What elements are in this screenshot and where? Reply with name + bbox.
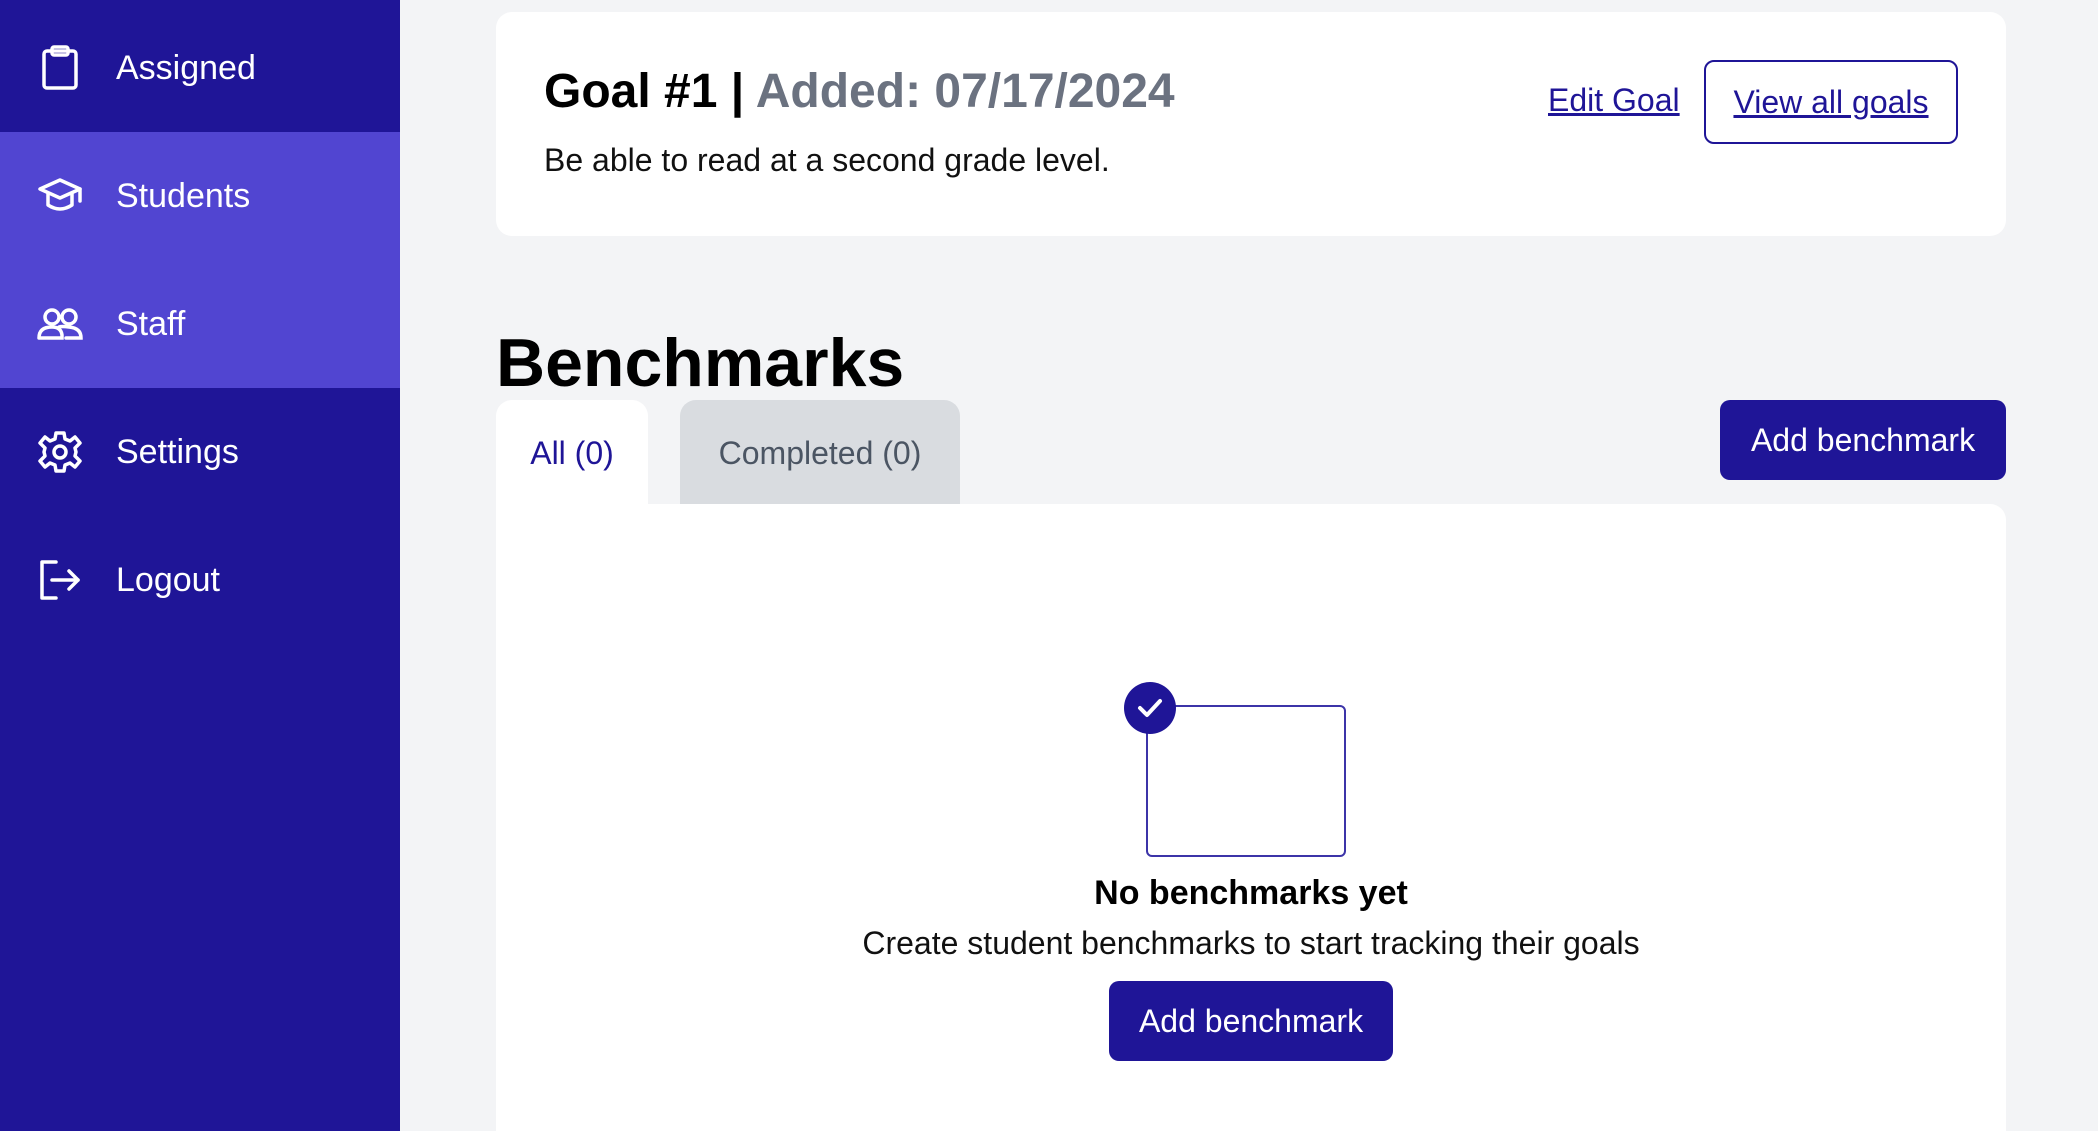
goal-title: Goal #1 | Added: 07/17/2024: [544, 64, 1175, 119]
empty-state-title: No benchmarks yet: [1094, 874, 1408, 912]
logout-icon: [36, 556, 84, 604]
empty-state-subtitle: Create student benchmarks to start track…: [862, 925, 1640, 961]
checkmark-icon: [1124, 682, 1176, 734]
sidebar-item-label: Settings: [116, 432, 239, 471]
clipboard-icon: [36, 44, 84, 92]
sidebar-item-logout[interactable]: Logout: [0, 516, 400, 644]
goal-description: Be able to read at a second grade level.: [544, 142, 1110, 178]
sidebar-item-assigned[interactable]: Assigned: [0, 4, 400, 132]
graduation-cap-icon: [36, 172, 84, 220]
users-icon: [36, 300, 84, 348]
tab-all[interactable]: All (0): [496, 400, 648, 506]
edit-goal-link[interactable]: Edit Goal: [1548, 82, 1680, 119]
sidebar-item-label: Students: [116, 176, 251, 215]
goal-number: Goal #1 |: [544, 65, 745, 118]
sidebar: Assigned Students Staff Settings Logout: [0, 0, 400, 1131]
sidebar-item-label: Logout: [116, 560, 220, 599]
empty-state-illustration: [1146, 705, 1346, 857]
gear-icon: [36, 428, 84, 476]
benchmarks-heading: Benchmarks: [496, 324, 905, 401]
empty-state-add-benchmark-button[interactable]: Add benchmark: [1109, 981, 1393, 1061]
sidebar-item-settings[interactable]: Settings: [0, 388, 400, 516]
sidebar-item-students[interactable]: Students: [0, 132, 400, 260]
goal-added-date: Added: 07/17/2024: [755, 65, 1175, 118]
goal-card: Goal #1 | Added: 07/17/2024 Be able to r…: [496, 12, 2006, 236]
sidebar-item-label: Assigned: [116, 48, 256, 87]
sidebar-item-staff[interactable]: Staff: [0, 260, 400, 388]
sidebar-item-label: Staff: [116, 304, 186, 343]
add-benchmark-button[interactable]: Add benchmark: [1720, 400, 2006, 480]
tab-completed[interactable]: Completed (0): [680, 400, 960, 506]
view-all-goals-button[interactable]: View all goals: [1704, 60, 1958, 144]
